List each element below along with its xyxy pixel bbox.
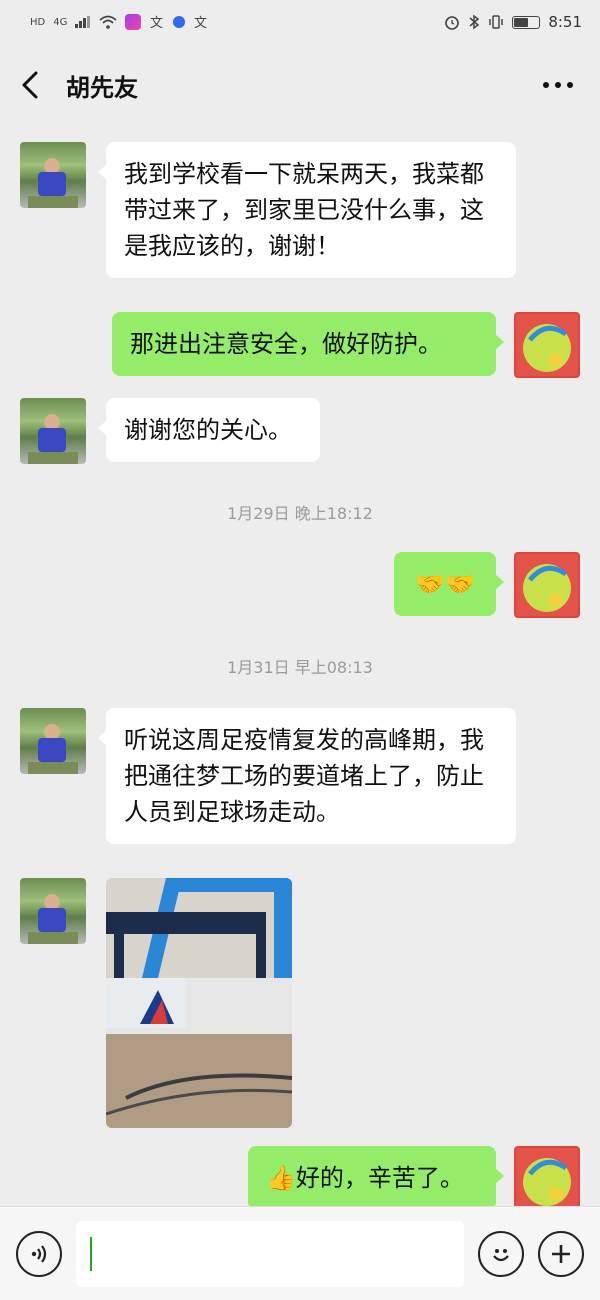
alarm-icon (445, 16, 460, 30)
message-bubble-in[interactable]: 听说这周足疫情复发的高峰期，我把通往梦工场的要道堵上了，防止人员到足球场走动。 (98, 708, 516, 844)
self-avatar[interactable] (514, 312, 580, 378)
status-left: HD 4G 文 文 (30, 14, 209, 30)
status-time: 8:51 (548, 13, 582, 31)
svg-text:文: 文 (194, 16, 207, 30)
self-avatar[interactable] (514, 1146, 580, 1212)
app-icon (125, 14, 142, 30)
back-icon[interactable] (20, 65, 56, 105)
wifi-icon (99, 15, 117, 29)
message-timestamp: 1月31日 早上08:13 (227, 658, 373, 677)
text-cursor (90, 1236, 92, 1271)
contact-avatar[interactable] (20, 398, 86, 464)
svg-text:文: 文 (150, 16, 163, 30)
more-icon[interactable] (536, 65, 580, 105)
contact-avatar[interactable] (20, 878, 86, 944)
self-avatar[interactable] (514, 552, 580, 618)
status-bar: HD 4G 文 文 8:51 (0, 0, 600, 44)
vibrate-icon (489, 15, 504, 29)
message-bubble-out[interactable]: 那进出注意安全，做好防护。 (112, 312, 504, 376)
chat-header: 胡先友 (0, 44, 600, 126)
hd-badge: HD (30, 16, 46, 28)
emoji-icon[interactable] (478, 1230, 524, 1277)
contact-avatar[interactable] (20, 142, 86, 208)
message-bubble-out[interactable]: 🤝🤝 (394, 552, 504, 616)
plus-icon[interactable] (538, 1230, 584, 1277)
message-bubble-out[interactable]: 👍好的，辛苦了。 (248, 1146, 504, 1210)
contact-avatar[interactable] (20, 708, 86, 774)
message-bubble-in[interactable]: 谢谢您的关心。 (98, 398, 320, 462)
battery-icon (512, 15, 541, 29)
status-right: 8:51 (444, 13, 582, 31)
voice-icon[interactable] (16, 1230, 62, 1277)
message-bubble-in[interactable]: 我到学校看一下就呆两天，我菜都带过来了，到家里已没什么事，这是我应该的，谢谢！ (98, 142, 516, 278)
translate-icon: 文 (194, 16, 207, 30)
chat-title: 胡先友 (66, 73, 138, 102)
input-bar (0, 1206, 600, 1300)
message-image[interactable] (106, 878, 292, 1128)
signal-icon (75, 16, 91, 28)
network-badge: 4G (53, 16, 68, 28)
bluetooth-icon (469, 14, 480, 30)
browser-icon (173, 16, 186, 28)
message-timestamp: 1月29日 晚上18:12 (227, 504, 373, 523)
message-input[interactable] (76, 1220, 464, 1287)
chat-area[interactable]: 我到学校看一下就呆两天，我菜都带过来了，到家里已没什么事，这是我应该的，谢谢！ … (0, 126, 600, 1212)
translate-icon: 文 (150, 16, 163, 30)
